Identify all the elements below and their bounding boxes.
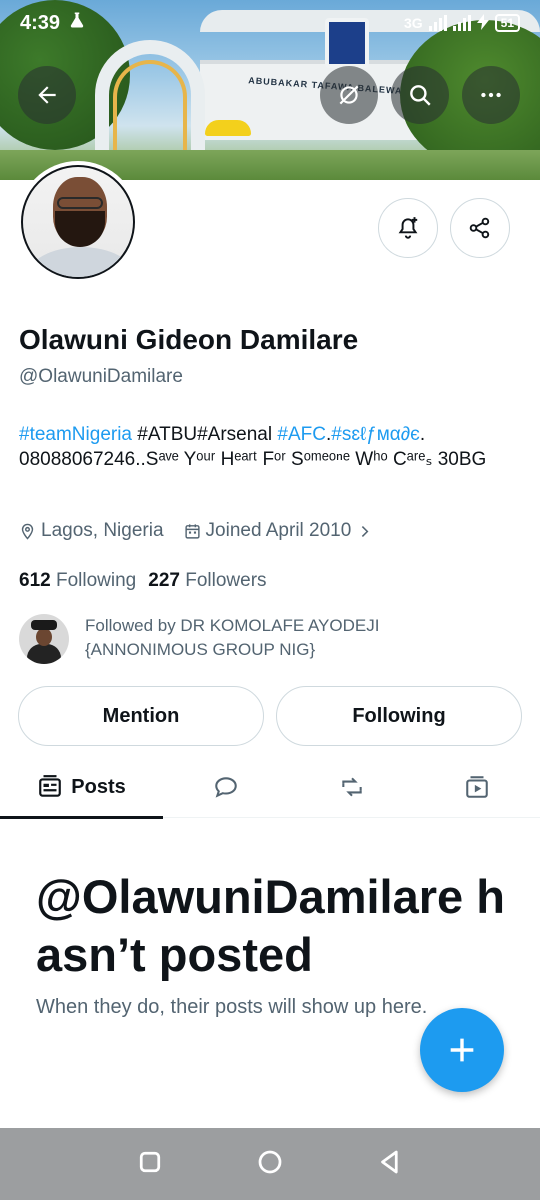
- plus-icon: [450, 1038, 474, 1062]
- reply-icon: [215, 777, 237, 798]
- avatar-photo: [21, 165, 135, 279]
- more-horizontal-icon: [481, 92, 501, 98]
- followed-by[interactable]: Followed by DR KOMOLAFE AYODEJI {ANNONIM…: [19, 614, 465, 664]
- follower-avatar-hat: [31, 620, 57, 630]
- system-nav-bar: [0, 1128, 540, 1200]
- home-circle-icon: [258, 1150, 282, 1173]
- following-button[interactable]: Following: [276, 686, 522, 746]
- location-pin-icon: [21, 523, 34, 540]
- profile-name: Olawuni Gideon Damilare: [19, 324, 359, 355]
- repost-icon: [342, 777, 362, 797]
- battery-icon: 51: [494, 14, 520, 32]
- profile-handle: @OlawuniDamilare: [19, 366, 183, 387]
- following-stat[interactable]: 612 Following: [19, 570, 136, 592]
- avatar-glasses: [57, 197, 103, 209]
- location-text: Lagos, Nigeria: [41, 520, 164, 541]
- calendar-icon: [184, 523, 200, 539]
- tab-reposts[interactable]: [316, 756, 388, 818]
- followed-by-text: Followed by DR KOMOLAFE AYODEJI {ANNONIM…: [85, 616, 380, 659]
- following-stat-label: Following: [55, 570, 137, 591]
- profile-tabs: Posts: [0, 756, 540, 819]
- location: Lagos, Nigeria: [19, 520, 164, 542]
- media-icon: [466, 776, 488, 798]
- status-time: 4:39: [20, 11, 61, 34]
- mute-button[interactable]: [320, 66, 378, 124]
- status-right: 3G 51: [403, 13, 520, 33]
- status-bar: 4:39 3G 51: [0, 0, 540, 46]
- avatar-beard: [55, 211, 105, 247]
- profile-bio: #teamNigeria #ATBU#Arsenal #AFC.#sɛℓƒмα∂…: [19, 422, 519, 472]
- chevron-right-icon: [362, 525, 369, 537]
- bell-plus-icon: [398, 217, 418, 239]
- profile-meta: Lagos, Nigeria Joined April 2010: [19, 520, 393, 542]
- hashtag-link[interactable]: #AFC: [277, 424, 326, 445]
- avatar[interactable]: [17, 161, 139, 283]
- mention-button[interactable]: Mention: [18, 686, 264, 746]
- followers-stat-label: Followers: [185, 570, 267, 591]
- follower-avatar-suit: [27, 644, 61, 664]
- empty-state-title: @OlawuniDamilare hasn’t posted: [36, 870, 505, 981]
- tab-active-indicator: [0, 816, 163, 819]
- follower-avatar: [19, 614, 69, 664]
- notifications-off-icon: [339, 85, 359, 105]
- recents-icon: [139, 1151, 161, 1172]
- joined-text: Joined April 2010: [205, 520, 352, 541]
- search-icon: [410, 85, 431, 106]
- hashtag-link[interactable]: #teamNigeria: [19, 424, 132, 445]
- home-button[interactable]: [255, 1147, 285, 1182]
- flask-icon: [68, 11, 86, 35]
- arrow-left-icon: [38, 86, 56, 104]
- recents-button[interactable]: [135, 1147, 165, 1182]
- back-triangle-icon: [381, 1150, 398, 1173]
- back-nav-button[interactable]: [375, 1147, 405, 1182]
- hashtag-link[interactable]: #sɛℓƒмα∂є: [331, 424, 420, 445]
- more-options-button[interactable]: [462, 66, 520, 124]
- charging-icon: [476, 13, 489, 33]
- posts-icon: [39, 775, 62, 797]
- compose-button[interactable]: [420, 1008, 504, 1092]
- signal-icon: [428, 15, 447, 31]
- avatar-shirt: [27, 247, 133, 277]
- back-button[interactable]: [18, 66, 76, 124]
- tab-posts[interactable]: Posts: [0, 756, 163, 819]
- share-icon: [469, 217, 490, 239]
- notify-button[interactable]: [378, 198, 438, 258]
- follower-avatar-head: [36, 628, 52, 646]
- followers-count: 227: [148, 570, 180, 591]
- tab-posts-label: Posts: [71, 775, 126, 798]
- banner-umbrella: [205, 120, 251, 136]
- share-button[interactable]: [450, 198, 510, 258]
- follow-stats: 612 Following 227 Followers: [19, 570, 267, 592]
- empty-state-subtitle: When they do, their posts will show up h…: [36, 996, 428, 1018]
- following-count: 612: [19, 570, 51, 591]
- tab-replies[interactable]: [190, 756, 262, 818]
- search-button[interactable]: [391, 66, 449, 124]
- bio-text: #ATBU#Arsenal: [132, 424, 278, 445]
- network-type: 3G: [403, 15, 423, 31]
- tab-media[interactable]: [441, 756, 513, 818]
- joined-date[interactable]: Joined April 2010: [184, 520, 374, 542]
- followers-stat[interactable]: 227 Followers: [148, 570, 266, 592]
- signal-icon-2: [452, 15, 471, 31]
